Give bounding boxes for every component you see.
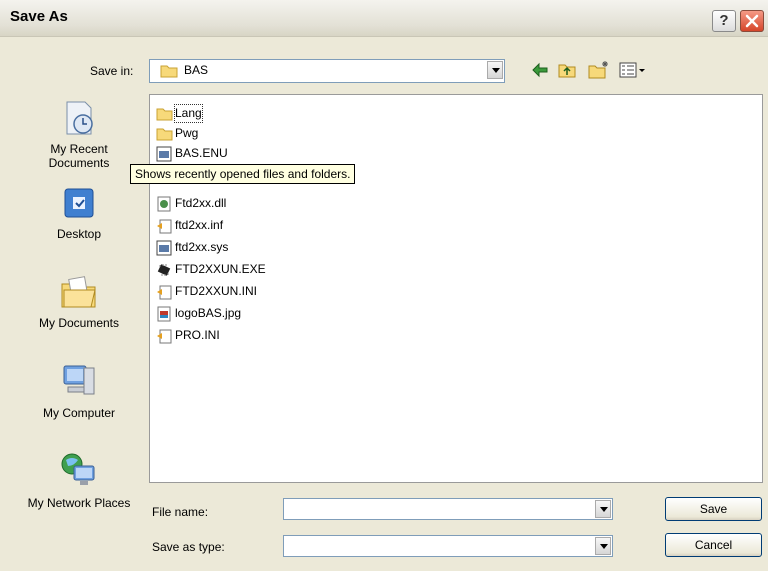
place-my-recent-documents[interactable]: My Recent Documents [20,98,138,170]
settings-file-icon [157,329,172,344]
image-file-icon [157,306,171,322]
folder-icon [160,65,178,78]
save-in-value: BAS [184,63,209,77]
chip-executable-icon [157,264,171,276]
my-computer-icon [63,365,95,395]
place-my-network-places[interactable]: My Network Places [20,450,138,510]
file-name: Ftd2xx.dll [175,196,227,210]
system-file-icon [156,240,172,256]
file-name: FTD2XXUN.EXE [175,262,266,276]
folder-icon [156,108,173,121]
place-label: My Computer [42,406,116,420]
window-title: Save As [10,8,68,25]
file-name: ftd2xx.inf [175,218,224,232]
back-arrow-icon [532,62,548,78]
file-name: logoBAS.jpg [175,306,242,320]
file-name-field[interactable] [286,501,590,519]
chevron-down-icon[interactable] [595,500,611,518]
new-folder-icon [588,61,608,79]
chevron-down-icon[interactable] [595,537,611,555]
file-name: Lang [174,104,203,123]
place-label: My Network Places [27,496,131,510]
my-documents-icon [61,276,96,308]
save-as-dialog: Save As ? Save in: BAS My Recent Documen… [0,0,768,571]
file-name: PRO.INI [175,328,220,342]
place-desktop[interactable]: Desktop [20,185,138,241]
settings-file-icon [157,219,172,234]
view-menu-icon [619,62,645,78]
place-my-computer[interactable]: My Computer [20,360,138,420]
save-button[interactable]: Save [665,497,762,521]
file-name-label: File name: [152,505,209,519]
dll-file-icon [157,196,171,212]
save-as-type-label: Save as type: [152,540,225,554]
save-in-dropdown[interactable]: BAS [149,59,505,83]
desktop-icon [64,188,94,218]
up-one-level-icon [558,64,576,78]
place-my-documents[interactable]: My Documents [20,270,138,330]
file-name: FTD2XXUN.INI [175,284,258,298]
save-in-label: Save in: [90,64,134,78]
file-name-combobox[interactable] [283,498,613,520]
system-file-icon [156,146,172,162]
help-button[interactable]: ? [712,10,736,32]
new-folder-button[interactable] [588,60,608,80]
chevron-down-icon[interactable] [487,61,503,79]
place-label: My Documents [38,316,120,330]
close-icon [745,14,759,28]
settings-file-icon [157,285,172,300]
place-label: My Recent Documents [48,142,110,170]
view-menu-button[interactable] [618,60,648,80]
close-button[interactable] [740,10,764,32]
save-as-type-dropdown[interactable] [283,535,613,557]
file-list[interactable]: Lang Pwg BAS.ENU Ftd2xx.dll ftd2xx.inf f… [149,94,763,483]
place-label: Desktop [56,227,102,241]
title-bar[interactable]: Save As ? [0,0,768,37]
file-name: BAS.ENU [175,146,228,160]
recent-documents-icon [66,101,93,135]
places-bar: My Recent Documents Desktop My Documents [20,90,138,560]
tooltip: Shows recently opened files and folders. [130,164,356,184]
file-name: Pwg [175,126,199,140]
cancel-button[interactable]: Cancel [665,533,762,557]
up-one-level-button[interactable] [557,60,577,80]
network-places-icon [61,453,95,485]
file-name: ftd2xx.sys [175,240,229,254]
back-button[interactable] [530,60,550,80]
folder-icon [156,128,173,141]
